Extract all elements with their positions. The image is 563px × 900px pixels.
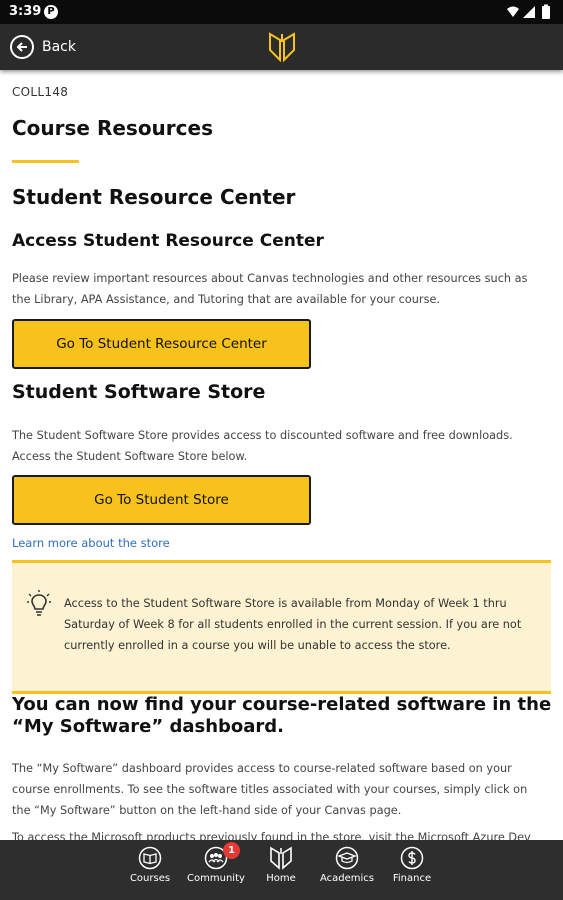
- nav-label-community: Community: [187, 873, 245, 884]
- bottom-nav: Courses 1 Community Home Academics Finan…: [0, 840, 563, 900]
- nav-label-home: Home: [266, 873, 296, 884]
- nav-finance[interactable]: Finance: [377, 846, 447, 884]
- book-icon: [138, 846, 162, 870]
- wifi-icon: [507, 6, 519, 17]
- home-logo-icon: [270, 846, 292, 870]
- nav-label-academics: Academics: [319, 873, 375, 884]
- student-software-store-heading: Student Software Store: [12, 381, 266, 403]
- my-software-heading: You can now find your course-related sof…: [12, 694, 552, 737]
- dollar-icon: [400, 846, 424, 870]
- status-time: 3:39: [9, 4, 42, 19]
- course-code: COLL148: [12, 85, 69, 99]
- store-paragraph: The Student Software Store provides acce…: [12, 429, 513, 463]
- status-icons: [505, 4, 555, 24]
- community-notification-badge: 1: [223, 842, 240, 859]
- content-area[interactable]: COLL148 Course Resources Student Resourc…: [0, 70, 563, 840]
- microsoft-paragraph: To access the Microsoft products previou…: [12, 831, 531, 840]
- my-software-paragraph: The “My Software” dashboard provides acc…: [12, 762, 528, 817]
- nav-home[interactable]: Home: [246, 846, 316, 884]
- nav-community[interactable]: 1 Community: [181, 842, 251, 884]
- signal-icon: [523, 6, 535, 18]
- graduation-cap-icon: [335, 846, 359, 870]
- status-bar: 3:39 P: [0, 0, 563, 24]
- back-label: Back: [42, 39, 76, 55]
- go-to-student-resource-center-button[interactable]: Go To Student Resource Center: [12, 319, 311, 369]
- nav-label-courses: Courses: [129, 873, 171, 884]
- notification-p-icon: P: [44, 5, 58, 19]
- learn-more-link[interactable]: Learn more about the store: [12, 536, 170, 550]
- battery-icon: [542, 4, 550, 19]
- page-title: Course Resources: [12, 116, 213, 140]
- back-button[interactable]: Back: [10, 35, 76, 59]
- store-availability-callout: Access to the Student Software Store is …: [12, 560, 551, 694]
- nav-academics[interactable]: Academics: [312, 846, 382, 884]
- callout-text: Access to the Student Software Store is …: [64, 597, 522, 652]
- student-resource-center-heading: Student Resource Center: [12, 185, 296, 209]
- nav-courses[interactable]: Courses: [115, 846, 185, 884]
- nav-label-finance: Finance: [392, 873, 432, 884]
- back-arrow-icon: [10, 35, 34, 59]
- go-to-student-store-button[interactable]: Go To Student Store: [12, 475, 311, 525]
- university-logo-icon: [268, 32, 296, 66]
- src-paragraph: Please review important resources about …: [12, 272, 528, 306]
- title-underline: [12, 160, 79, 163]
- lightbulb-icon: [26, 589, 52, 623]
- access-src-heading: Access Student Resource Center: [12, 231, 324, 251]
- app-bar: Back: [0, 24, 563, 70]
